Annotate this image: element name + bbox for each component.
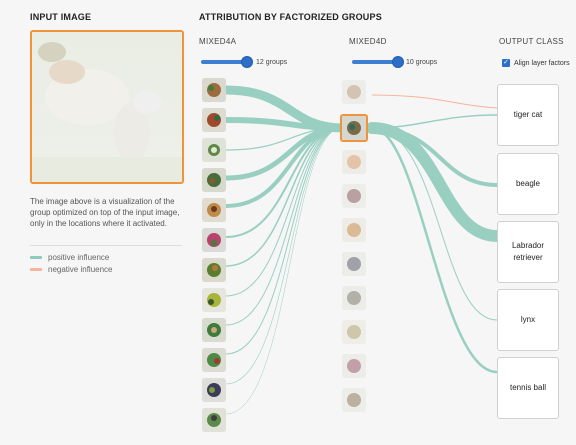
mixed4d-group-8[interactable] <box>342 320 366 344</box>
mixed4d-group-2[interactable] <box>340 114 368 142</box>
mixed4a-group-9[interactable] <box>202 318 226 342</box>
mixed4a-group-2[interactable] <box>202 108 226 132</box>
mixed4d-group-6[interactable] <box>342 252 366 276</box>
mixed4d-group-10[interactable] <box>342 388 366 412</box>
attribution-links <box>221 85 503 415</box>
negative-link-tiger <box>371 94 498 109</box>
link-4a-7 <box>225 127 343 267</box>
mixed4a-group-12[interactable] <box>202 408 226 432</box>
output-class-beagle[interactable]: beagle <box>497 153 559 215</box>
mixed4d-group-1[interactable] <box>342 80 366 104</box>
mixed4d-group-5[interactable] <box>342 218 366 242</box>
output-label: lynx <box>520 315 536 324</box>
output-class-labrador-retriever[interactable]: Labrador retriever <box>497 221 559 283</box>
mixed4a-group-11[interactable] <box>202 378 226 402</box>
mixed4a-group-7[interactable] <box>202 258 226 282</box>
output-label: Labrador retriever <box>511 241 545 262</box>
link-4a-8 <box>225 127 343 297</box>
output-class-tennis-ball[interactable]: tennis ball <box>497 357 559 419</box>
mixed4a-group-8[interactable] <box>202 288 226 312</box>
link-4d-lynx <box>371 127 498 321</box>
mixed4a-group-10[interactable] <box>202 348 226 372</box>
link-4a-11 <box>225 127 343 385</box>
mixed4a-group-4[interactable] <box>202 168 226 192</box>
mixed4a-group-5[interactable] <box>202 198 226 222</box>
output-class-tiger-cat[interactable]: tiger cat <box>497 84 559 146</box>
mixed4a-group-3[interactable] <box>202 138 226 162</box>
link-4a-6 <box>225 127 343 238</box>
output-label: tennis ball <box>509 383 547 392</box>
mixed4d-group-9[interactable] <box>342 354 366 378</box>
mixed4d-group-3[interactable] <box>342 150 366 174</box>
mixed4d-group-7[interactable] <box>342 286 366 310</box>
output-label: beagle <box>515 179 541 188</box>
output-class-lynx[interactable]: lynx <box>497 289 559 351</box>
output-label: tiger cat <box>513 110 543 119</box>
mixed4d-group-4[interactable] <box>342 184 366 208</box>
mixed4a-group-6[interactable] <box>202 228 226 252</box>
mixed4a-group-1[interactable] <box>202 78 226 102</box>
